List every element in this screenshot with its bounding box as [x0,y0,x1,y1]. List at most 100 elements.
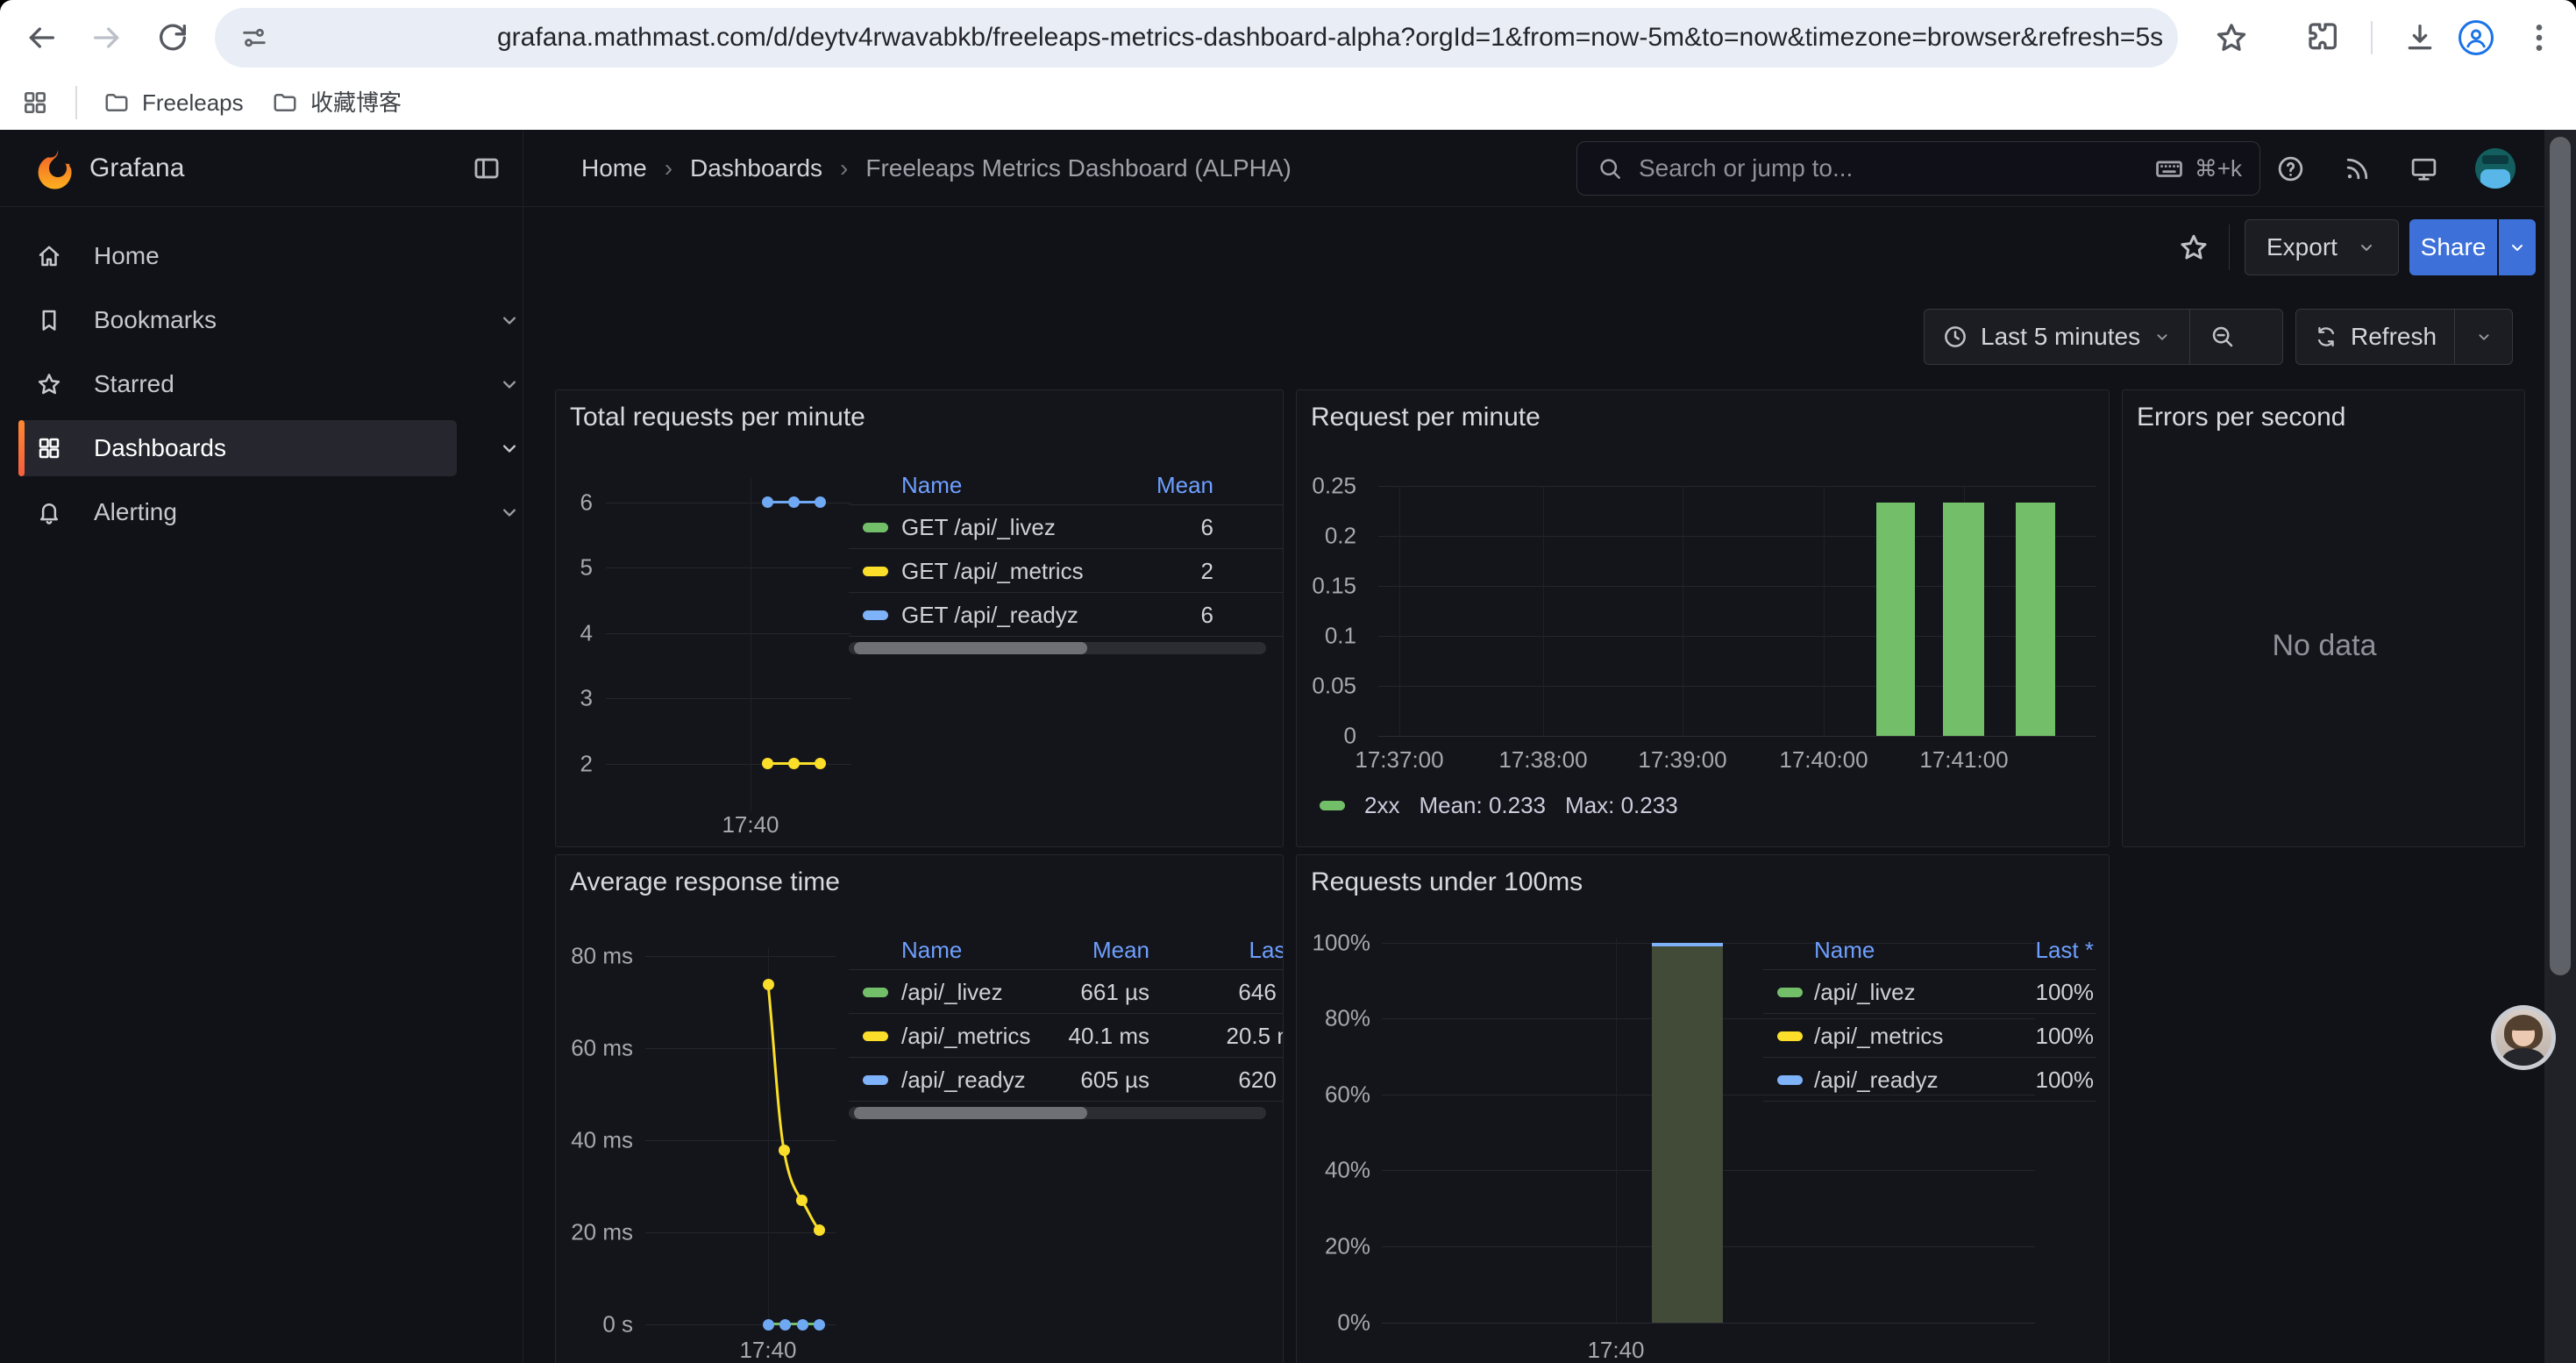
time-range-picker[interactable]: Last 5 minutes [1925,310,2189,364]
bookmark-star-icon[interactable] [2214,20,2249,55]
panel-title[interactable]: Requests under 100ms [1311,867,1583,897]
sidebar-item-label: Alerting [94,498,177,526]
chevron-down-icon[interactable] [497,372,522,396]
sidebar-item-bookmarks[interactable]: Bookmarks [18,292,457,348]
series-color-swatch[interactable] [1320,801,1345,810]
legend-scrollbar[interactable] [849,1107,1266,1119]
reload-icon[interactable] [155,20,190,55]
legend-col-name[interactable]: Name [901,930,962,970]
refresh-interval-dropdown[interactable] [2455,310,2512,364]
sidebar-item-dashboards[interactable]: Dashboards [18,420,457,476]
legend-series-name[interactable]: /api/_livez [1814,970,1916,1014]
legend-col-last[interactable]: Last * [2036,930,2095,970]
panel-title[interactable]: Request per minute [1311,403,1541,432]
y-tick: 0 [1296,723,1356,750]
user-avatar[interactable] [2475,148,2516,189]
series-color-swatch[interactable] [1777,988,1803,997]
legend-col-mean[interactable]: Mean [1092,930,1149,970]
series-color-swatch[interactable] [863,988,888,997]
sidebar-item-alerting[interactable]: Alerting [18,484,457,540]
download-icon[interactable] [2402,20,2437,55]
favorite-star-icon[interactable] [2178,232,2210,263]
legend: 2xx Mean: 0.233 Max: 0.233 [1320,792,1678,818]
refresh-button[interactable]: Refresh [2296,310,2454,364]
y-tick: 6 [555,489,593,517]
scrollbar-thumb[interactable] [2550,137,2571,975]
bar-2xx [1943,503,1984,736]
bookmark-folder-blogs[interactable]: 收藏博客 [272,75,402,130]
legend-series-name[interactable]: GET /api/_livez [901,505,1056,549]
sidebar-nav: Home Bookmarks Starred Dashboards Alerti… [0,207,523,1363]
legend-col-mean[interactable]: Mean [1156,465,1213,505]
chevron-down-icon[interactable] [497,500,522,525]
sidebar-item-home[interactable]: Home [18,228,457,284]
apps-grid-icon[interactable] [21,89,49,117]
bookmark-folder-freeleaps[interactable]: Freeleaps [103,75,244,130]
sidebar-item-label: Dashboards [94,434,226,462]
breadcrumb-home[interactable]: Home [581,154,647,182]
legend-mean-value: 6 [1201,593,1213,637]
legend-series-name[interactable]: GET /api/_readyz [901,593,1078,637]
share-button[interactable]: Share [2409,219,2497,275]
sidebar-toggle-icon[interactable] [472,153,502,183]
menu-dots-icon[interactable] [2522,20,2557,55]
share-dropdown-button[interactable] [2499,219,2536,275]
address-bar[interactable]: grafana.mathmast.com/d/deytv4rwavabkb/fr… [215,8,2178,68]
legend-series-name[interactable]: /api/_livez [901,970,1003,1014]
series-color-swatch[interactable] [1777,1075,1803,1085]
zoom-out-button[interactable] [2190,310,2255,364]
legend-series-name[interactable]: /api/_readyz [1814,1058,1939,1102]
series-color-swatch[interactable] [863,567,888,576]
series-color-swatch[interactable] [863,610,888,620]
legend-mean-value: 6 [1201,505,1213,549]
panel-title[interactable]: Total requests per minute [570,403,865,432]
chevron-down-icon [2153,327,2172,346]
bar-2xx [1876,503,1915,736]
series-color-swatch[interactable] [1777,1031,1803,1041]
browser-window: grafana.mathmast.com/d/deytv4rwavabkb/fr… [0,0,2576,1363]
legend-series-name[interactable]: 2xx [1364,792,1399,819]
chevron-down-icon[interactable] [497,436,522,460]
floating-assistant-avatar[interactable] [2491,1005,2556,1070]
series-color-swatch[interactable] [863,523,888,532]
bar-2xx [2016,503,2055,736]
url-text[interactable]: grafana.mathmast.com/d/deytv4rwavabkb/fr… [497,8,2163,68]
legend-last-value: 20.5 ms [1227,1014,1284,1058]
x-tick: 17:40 [1537,1337,1695,1363]
monitor-icon[interactable] [2409,154,2438,183]
folder-icon [272,89,298,116]
sidebar-item-starred[interactable]: Starred [18,356,457,412]
back-icon[interactable] [24,20,59,55]
help-icon[interactable] [2276,154,2305,183]
sidebar-item-label: Bookmarks [94,306,217,334]
panel-avg-response-time: Average response time 80 ms 60 ms 40 ms … [555,854,1284,1363]
chevron-down-icon[interactable] [497,308,522,332]
profile-icon[interactable] [2459,20,2494,55]
time-range-group: Last 5 minutes [1924,309,2283,365]
extensions-icon[interactable] [2306,20,2341,55]
panel-title[interactable]: Errors per second [2137,403,2345,432]
forward-icon[interactable] [89,20,125,55]
site-settings-icon[interactable] [239,23,269,53]
breadcrumb-dashboards[interactable]: Dashboards [690,154,822,182]
series-color-swatch[interactable] [863,1031,888,1041]
legend-series-name[interactable]: GET /api/_metrics [901,549,1084,593]
page-scrollbar [2544,130,2576,1363]
legend-col-name[interactable]: Name [901,465,962,505]
brand-title[interactable]: Grafana [89,130,184,207]
news-rss-icon[interactable] [2343,154,2372,183]
legend-col-last[interactable]: Last * [1249,930,1284,970]
legend-scrollbar[interactable] [849,642,1266,654]
y-tick: 0.05 [1296,673,1356,700]
y-tick: 40% [1296,1157,1370,1184]
refresh-group: Refresh [2295,309,2513,365]
series-color-swatch[interactable] [863,1075,888,1085]
legend-series-name[interactable]: /api/_metrics [901,1014,1030,1058]
bookmark-label: Freeleaps [142,75,244,130]
search-input[interactable]: Search or jump to... ⌘+k [1576,141,2260,196]
export-button[interactable]: Export [2245,219,2399,275]
legend-series-name[interactable]: /api/_readyz [901,1058,1026,1102]
legend-series-name[interactable]: /api/_metrics [1814,1014,1943,1058]
legend-col-name[interactable]: Name [1814,930,1875,970]
legend-last-value: 100% [2036,1014,2095,1058]
